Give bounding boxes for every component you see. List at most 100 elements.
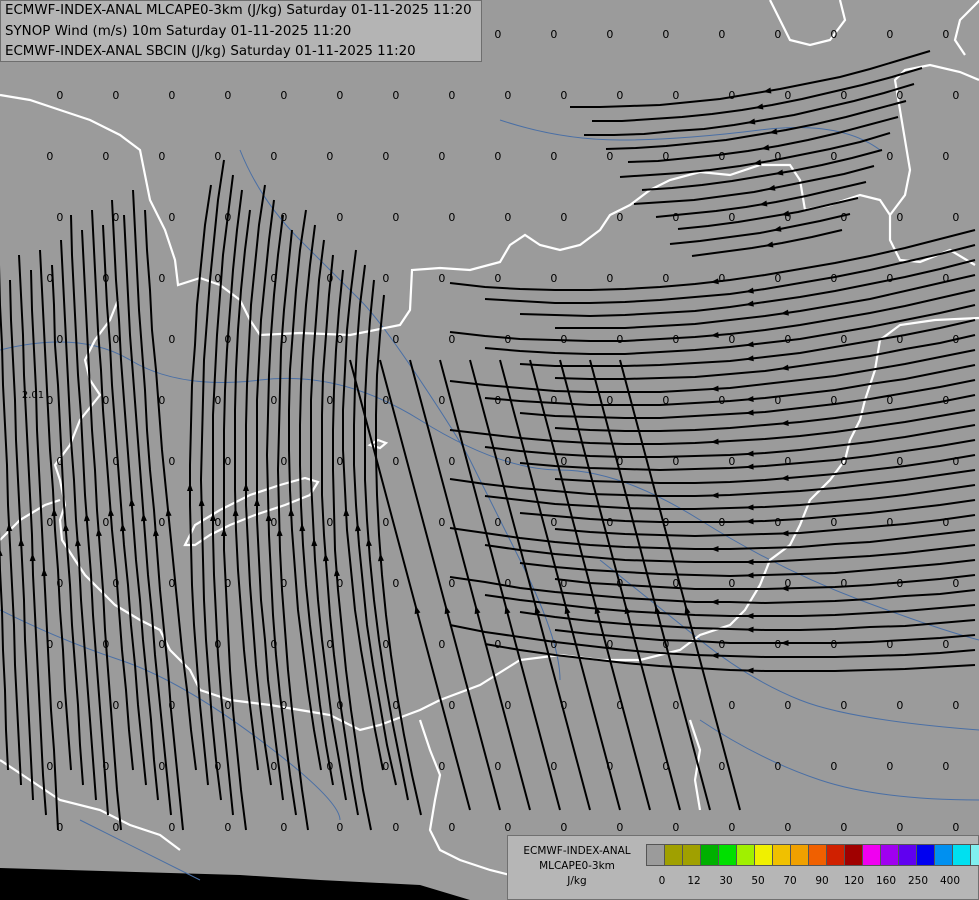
cape-value-label: 0 [438, 272, 445, 285]
cape-value-label: 0 [46, 638, 53, 651]
legend-swatch [880, 844, 899, 866]
legend-swatch [718, 844, 737, 866]
cape-value-label: 0 [448, 699, 455, 712]
cape-value-label: 0 [942, 28, 949, 41]
cape-value-label: 0 [448, 333, 455, 346]
cape-value-label: 0 [158, 638, 165, 651]
cape-value-label: 0 [952, 699, 959, 712]
cape-value-label: 0 [102, 150, 109, 163]
cape-value-label: 0 [886, 760, 893, 773]
cape-value-label: 0 [896, 699, 903, 712]
legend-title-line-3: J/kg [567, 875, 587, 887]
cape-value-label: 0 [896, 455, 903, 468]
legend-swatch [664, 844, 683, 866]
cape-value-label: 0 [550, 516, 557, 529]
extra-value-label: 2.01 [22, 390, 44, 401]
cape-value-label: 0 [886, 638, 893, 651]
cape-value-label: 0 [46, 760, 53, 773]
cape-value-label: 0 [392, 89, 399, 102]
cape-value-label: 0 [270, 516, 277, 529]
cape-value-label: 0 [46, 516, 53, 529]
legend-swatch [808, 844, 827, 866]
legend-tick-label: 400 [939, 875, 961, 887]
cape-value-label: 0 [336, 89, 343, 102]
cape-value-label: 0 [56, 577, 63, 590]
cape-value-label: 0 [56, 333, 63, 346]
cape-value-label: 0 [606, 28, 613, 41]
cape-value-label: 0 [224, 89, 231, 102]
legend-swatch [970, 844, 979, 866]
cape-value-label: 0 [336, 211, 343, 224]
legend-tick-label: 70 [783, 875, 797, 887]
cape-value-label: 0 [662, 150, 669, 163]
cape-value-label: 0 [382, 760, 389, 773]
cape-value-label: 0 [718, 272, 725, 285]
cape-value-label: 0 [886, 28, 893, 41]
cape-value-label: 0 [392, 455, 399, 468]
cape-value-label: 0 [886, 516, 893, 529]
cape-value-label: 0 [952, 211, 959, 224]
cape-value-label: 0 [392, 821, 399, 834]
cape-value-label: 0 [560, 211, 567, 224]
cape-value-label: 0 [504, 333, 511, 346]
cape-value-label: 0 [168, 455, 175, 468]
cape-value-label: 0 [214, 760, 221, 773]
cape-value-label: 0 [280, 333, 287, 346]
cape-value-label: 0 [224, 455, 231, 468]
legend-swatch [862, 844, 881, 866]
weather-map: 0 0 0 0 0 0 0 0 0 0 0 0 0 0 0 0 0 0 0 0 0 0 0 0 0 0 0 0 0 0 0 0 0 0 0 0 0 0 0 0… [0, 0, 979, 900]
cape-value-label: 0 [774, 516, 781, 529]
legend-tick-label: 0 [658, 875, 666, 887]
legend-swatch [826, 844, 845, 866]
cape-value-label: 0 [326, 272, 333, 285]
cape-value-label: 0 [550, 28, 557, 41]
cape-value-label: 0 [718, 394, 725, 407]
cape-value-label: 0 [942, 394, 949, 407]
title-line-wind: SYNOP Wind (m/s) 10m Saturday 01-11-2025… [5, 23, 352, 39]
cape-value-label: 0 [270, 394, 277, 407]
cape-value-label: 0 [46, 272, 53, 285]
cape-value-label: 0 [728, 577, 735, 590]
cape-value-label: 0 [158, 272, 165, 285]
legend-swatch [844, 844, 863, 866]
cape-value-label: 0 [168, 333, 175, 346]
cape-value-label: 0 [728, 89, 735, 102]
legend-ticks: 0 12 30 50 70 90 120 160 250 400 [646, 875, 976, 889]
cape-value-label: 0 [438, 516, 445, 529]
cape-value-label: 0 [46, 394, 53, 407]
legend-title-line-1: ECMWF-INDEX-ANAL [523, 845, 631, 857]
cape-value-label: 0 [560, 455, 567, 468]
cape-value-label: 0 [830, 272, 837, 285]
cape-value-label: 0 [886, 272, 893, 285]
cape-value-label: 0 [494, 760, 501, 773]
cape-value-label: 0 [448, 821, 455, 834]
cape-value-label: 0 [616, 699, 623, 712]
cape-value-label: 0 [942, 638, 949, 651]
cape-value-label: 0 [784, 821, 791, 834]
cape-value-label: 0 [102, 394, 109, 407]
cape-value-label: 0 [840, 89, 847, 102]
cape-value-label: 0 [438, 394, 445, 407]
cape-value-label: 0 [392, 699, 399, 712]
cape-value-label: 0 [896, 333, 903, 346]
cape-value-label: 0 [616, 211, 623, 224]
cape-value-label: 0 [270, 272, 277, 285]
legend-tick-label: 160 [875, 875, 897, 887]
cape-value-label: 0 [270, 638, 277, 651]
cape-value-label: 0 [112, 333, 119, 346]
legend-swatch [772, 844, 791, 866]
cape-value-label: 0 [728, 333, 735, 346]
cape-value-label: 0 [280, 577, 287, 590]
cape-value-label: 0 [952, 333, 959, 346]
cape-value-label: 0 [830, 760, 837, 773]
cape-value-label: 0 [280, 821, 287, 834]
legend-swatch [754, 844, 773, 866]
cape-value-label: 0 [728, 699, 735, 712]
cape-value-label: 0 [784, 455, 791, 468]
cape-value-label: 0 [952, 89, 959, 102]
cape-value-label: 0 [784, 699, 791, 712]
cape-value-label: 0 [784, 333, 791, 346]
cape-value-label: 0 [560, 333, 567, 346]
cape-value-label: 0 [672, 699, 679, 712]
cape-value-label: 0 [606, 760, 613, 773]
